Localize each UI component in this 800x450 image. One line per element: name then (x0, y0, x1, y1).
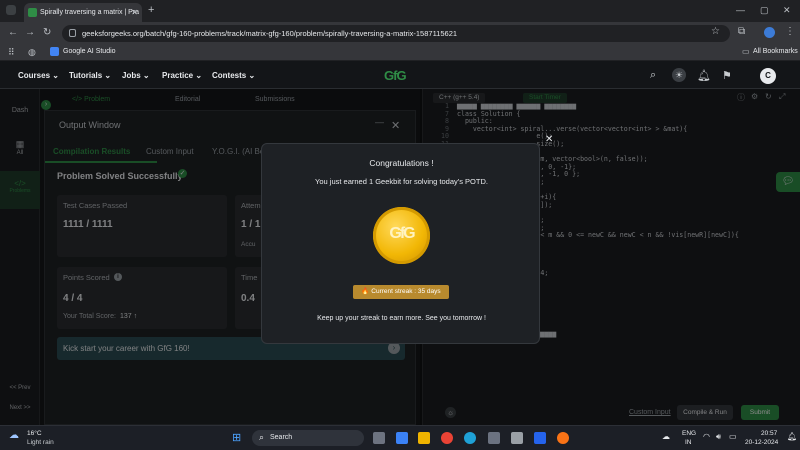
tab-title: Spirally traversing a matrix | Pra (40, 9, 140, 16)
search-icon[interactable]: ⌕ (650, 69, 656, 82)
apps-icon[interactable]: ⠿ (8, 47, 15, 58)
store-icon[interactable] (488, 432, 500, 444)
search-label: Search (270, 434, 293, 441)
dropbox-icon[interactable] (534, 432, 546, 444)
weather-icon[interactable]: ☁ (9, 430, 19, 441)
coin-logo: GfG (389, 225, 415, 242)
notifications-icon[interactable]: 🔔︎ (787, 432, 797, 441)
reload-icon[interactable]: ↻ (43, 27, 51, 38)
gfg-logo[interactable]: GfG (384, 68, 407, 83)
minimize-icon[interactable]: — (736, 5, 745, 15)
copilot-icon[interactable] (396, 432, 408, 444)
nav-jobs[interactable]: Jobs ⌄ (122, 71, 150, 80)
bookmark-icon[interactable]: ⚑ (722, 69, 732, 82)
wifi-icon[interactable]: ◠ (703, 432, 710, 441)
url-bar[interactable]: geeksforgeeks.org/batch/gfg-160-problems… (62, 25, 730, 42)
address-toolbar: ← → ↻ geeksforgeeks.org/batch/gfg-160-pr… (0, 22, 800, 44)
notification-bell-icon[interactable]: 🔔︎ (697, 69, 711, 82)
edge-icon[interactable] (464, 432, 476, 444)
folder-icon: ▭ (742, 47, 750, 56)
lang-region[interactable]: IN (685, 439, 692, 446)
theme-toggle-icon[interactable]: ☀ (672, 68, 686, 82)
modal-message: You just earned 1 Geekbit for solving to… (315, 177, 488, 186)
nav-contests[interactable]: Contests ⌄ (212, 71, 255, 80)
ai-studio-icon (50, 47, 59, 56)
photos-icon[interactable] (511, 432, 523, 444)
start-icon[interactable]: ⊞ (232, 431, 241, 444)
forward-icon[interactable]: → (25, 27, 35, 38)
site-info-icon[interactable] (69, 29, 76, 37)
congrats-modal: ✕ Congratulations ! You just earned 1 Ge… (261, 134, 553, 344)
onedrive-icon[interactable]: ☁ (662, 432, 670, 441)
close-modal-icon[interactable]: ✕ (545, 134, 553, 145)
tab-search-icon[interactable] (6, 5, 16, 15)
clock-date[interactable]: 20-12-2024 (745, 439, 778, 446)
menu-icon[interactable]: ⋮ (785, 26, 795, 37)
volume-icon[interactable]: 🔊︎ (716, 432, 721, 442)
browser-tab[interactable]: Spirally traversing a matrix | Pra ✕ (24, 3, 142, 22)
nav-courses[interactable]: Courses ⌄ (18, 71, 59, 80)
firefox-icon[interactable] (557, 432, 569, 444)
bookmark-ai-studio[interactable]: Google AI Studio (63, 48, 116, 55)
maximize-icon[interactable]: ▢ (760, 5, 769, 16)
battery-icon[interactable]: ▭ (729, 432, 737, 441)
file-explorer-icon[interactable] (418, 432, 430, 444)
bookmarks-bar: ⠿ ◍ Google AI Studio ▭ All Bookmarks (0, 44, 800, 61)
clock-time[interactable]: 20:57 (761, 430, 777, 437)
search-icon: ⌕ (259, 432, 265, 442)
lang-code[interactable]: ENG (682, 430, 696, 437)
weather-temp[interactable]: 16°C (27, 430, 42, 437)
all-bookmarks[interactable]: All Bookmarks (753, 48, 798, 55)
extensions-icon[interactable]: ⧉ (738, 26, 745, 37)
modal-title: Congratulations ! (369, 158, 434, 168)
close-tab-icon[interactable]: ✕ (131, 8, 138, 17)
new-tab-icon[interactable]: + (148, 4, 154, 16)
nav-tutorials[interactable]: Tutorials ⌄ (69, 71, 111, 80)
site-navbar: Courses ⌄ Tutorials ⌄ Jobs ⌄ Practice ⌄ … (0, 61, 800, 89)
url-text: geeksforgeeks.org/batch/gfg-160-problems… (82, 29, 458, 38)
avatar[interactable]: C (760, 68, 776, 84)
globe-icon[interactable]: ◍ (28, 47, 36, 58)
streak-badge: 🔥 Current streak : 35 days (353, 285, 449, 299)
geekbit-coin: GfG (373, 207, 430, 264)
taskbar-search[interactable]: ⌕ Search (252, 430, 364, 446)
bookmark-star-icon[interactable]: ☆ (711, 26, 720, 37)
back-icon[interactable]: ← (8, 27, 18, 38)
modal-footer: Keep up your streak to earn more. See yo… (317, 315, 486, 322)
browser-tab-bar: Spirally traversing a matrix | Pra ✕ + —… (0, 0, 800, 22)
nav-practice[interactable]: Practice ⌄ (162, 71, 202, 80)
weather-desc[interactable]: Light rain (27, 439, 54, 446)
chrome-icon[interactable] (441, 432, 453, 444)
profile-icon[interactable] (764, 27, 775, 38)
gfg-favicon-icon (28, 8, 37, 17)
task-view-icon[interactable] (373, 432, 385, 444)
close-window-icon[interactable]: ✕ (783, 5, 791, 16)
windows-taskbar: ☁ 16°C Light rain ⊞ ⌕ Search ☁ ENG IN ◠ … (0, 425, 800, 450)
